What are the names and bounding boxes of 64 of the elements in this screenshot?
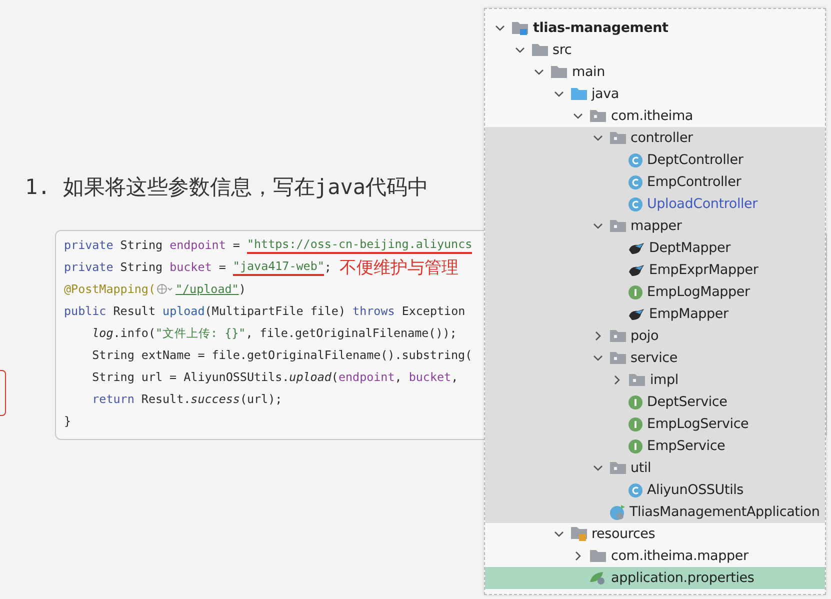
class-icon	[628, 174, 643, 190]
tree-item[interactable]: main	[485, 61, 825, 83]
slide-heading: 1. 如果将这些参数信息，写在java代码中	[25, 174, 429, 201]
tree-item[interactable]: resources	[485, 523, 825, 545]
package-folder-icon	[589, 109, 607, 123]
code-line: }	[64, 413, 72, 429]
package-folder-icon	[608, 461, 626, 475]
tree-item[interactable]: application.properties	[485, 567, 825, 589]
tree-item[interactable]: EmpMapper	[485, 303, 825, 325]
package-folder-icon	[608, 219, 626, 233]
tree-item[interactable]: DeptMapper	[485, 237, 825, 259]
tree-item[interactable]: com.itheima	[485, 105, 825, 127]
resources-folder-icon	[570, 526, 588, 542]
package-folder-icon	[628, 373, 646, 387]
class-icon	[628, 196, 643, 212]
folder-icon	[589, 549, 607, 563]
tree-item[interactable]: DeptController	[485, 149, 825, 171]
code-line: private String endpoint = "https://oss-cn-beijing.aliyuncs	[64, 236, 472, 254]
package-folder-icon	[608, 329, 626, 343]
tree-item[interactable]: tlias-management	[485, 17, 825, 39]
class-icon	[628, 152, 643, 168]
code-line: @PostMapping( "/upload")	[64, 281, 246, 297]
bird-icon	[628, 240, 645, 256]
interface-icon	[628, 394, 643, 410]
code-line: String extName = file.getOriginalFilename().substring(	[91, 347, 472, 363]
tree-item[interactable]: src	[485, 39, 825, 61]
tree-item[interactable]: impl	[485, 369, 825, 391]
package-folder-icon	[608, 351, 626, 365]
module-folder-icon	[511, 20, 529, 36]
bird-icon	[628, 262, 645, 278]
code-line: String url = AliyunOSSUtils.upload(endpoint, bucket,	[91, 369, 460, 385]
interface-icon	[628, 416, 643, 432]
folder-icon	[550, 65, 568, 79]
code-line: return Result.success(url);	[91, 391, 282, 407]
tree-item[interactable]: java	[485, 83, 825, 105]
tree-item[interactable]: mapper	[485, 215, 825, 237]
tree-item[interactable]: EmpService	[485, 435, 825, 457]
tree-item[interactable]: UploadController	[485, 193, 825, 215]
tree-item[interactable]: service	[485, 347, 825, 369]
tree-item[interactable]: TliasManagementApplication	[485, 501, 825, 523]
code-line: public Result upload(MultipartFile file) throws Exception	[64, 303, 466, 319]
code-line: private String bucket = "java417-web";	[64, 258, 332, 276]
folder-icon	[570, 87, 588, 101]
class-icon	[628, 482, 643, 498]
tree-item[interactable]: com.itheima.mapper	[485, 545, 825, 567]
interface-icon	[628, 284, 643, 300]
code-line: log.info("文件上传: {}", file.getOriginalFilename());	[91, 325, 457, 341]
tree-item[interactable]: pojo	[485, 325, 825, 347]
interface-icon	[628, 438, 643, 454]
folder-icon	[530, 43, 548, 57]
tree-item[interactable]: DeptService	[485, 391, 825, 413]
tree-item[interactable]: AliyunOSSUtils	[485, 479, 825, 501]
tree-item[interactable]: EmpLogMapper	[485, 281, 825, 303]
settings-leaf-icon	[589, 570, 607, 586]
annotation-note: 不便维护与管理	[339, 256, 458, 278]
tree-item[interactable]: EmpExprMapper	[485, 259, 825, 281]
tree-item[interactable]: util	[485, 457, 825, 479]
tree-item[interactable]: controller	[485, 127, 825, 149]
bird-icon	[628, 306, 645, 322]
spring-app-icon	[608, 504, 626, 520]
globe-dropdown-icon[interactable]	[156, 283, 174, 295]
tree-item[interactable]: EmpLogService	[485, 413, 825, 435]
package-folder-icon	[608, 131, 626, 145]
tree-item[interactable]: EmpController	[485, 171, 825, 193]
